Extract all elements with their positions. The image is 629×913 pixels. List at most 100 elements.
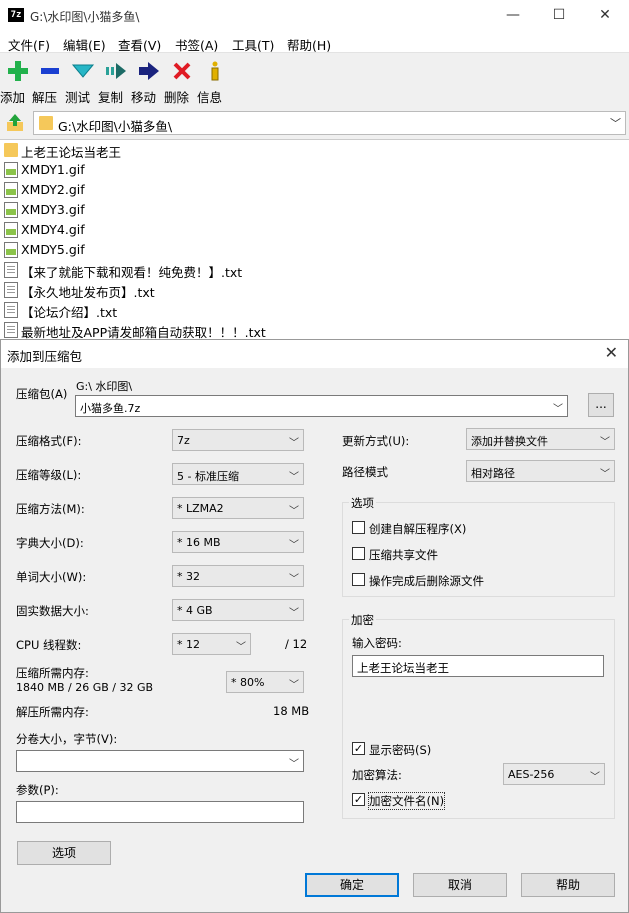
menu-tools[interactable]: 工具(T) — [232, 35, 274, 54]
cpu-threads-select[interactable]: * 12 ﹀ — [172, 633, 251, 655]
dialog-close-button[interactable]: ✕ — [605, 343, 618, 362]
format-value: 7z — [177, 434, 190, 447]
extract-icon — [32, 58, 68, 84]
solid-size-value: * 4 GB — [177, 604, 213, 617]
info-button[interactable]: 信息 — [197, 58, 233, 105]
help-button[interactable]: 帮助 — [521, 873, 615, 897]
move-button[interactable]: 移动 — [131, 58, 167, 105]
up-folder-button[interactable] — [4, 112, 26, 134]
menu-view[interactable]: 查看(V) — [118, 35, 161, 54]
word-size-select[interactable]: * 32 ﹀ — [172, 565, 304, 587]
checkbox-box — [352, 521, 365, 534]
path-mode-select[interactable]: 相对路径 ﹀ — [466, 460, 615, 482]
split-size-combobox[interactable]: ﹀ — [16, 750, 304, 772]
text-file-icon — [4, 302, 18, 318]
file-row-folder[interactable]: 上老王论坛当老王 — [0, 140, 629, 160]
format-label: 压缩格式(F): — [16, 434, 82, 448]
solid-size-select[interactable]: * 4 GB ﹀ — [172, 599, 304, 621]
memory-usage-select[interactable]: * 80% ﹀ — [226, 671, 304, 693]
browse-button[interactable]: ... — [588, 393, 614, 417]
path-mode-value: 相对路径 — [471, 467, 515, 480]
format-select[interactable]: 7z ﹀ — [172, 429, 304, 451]
maximize-button[interactable]: ☐ — [537, 4, 581, 28]
file-row[interactable]: 【来了就能下载和观看！纯免费！】.txt — [0, 260, 629, 280]
file-list[interactable]: 上老王论坛当老王 XMDY1.gif XMDY2.gif XMDY3.gif X… — [0, 139, 629, 340]
copy-label: 复制 — [98, 90, 124, 105]
folder-icon — [4, 143, 18, 157]
menu-edit[interactable]: 编辑(E) — [63, 35, 106, 54]
menu-file[interactable]: 文件(F) — [8, 35, 50, 54]
chevron-down-icon: ﹀ — [289, 680, 299, 691]
menu-help[interactable]: 帮助(H) — [287, 35, 331, 54]
extract-button[interactable]: 解压 — [32, 58, 68, 105]
copy-icon — [98, 58, 134, 84]
delete-icon — [164, 58, 200, 84]
encryption-method-value: AES-256 — [508, 768, 555, 781]
level-select[interactable]: 5 - 标准压缩 ﹀ — [172, 463, 304, 485]
sfx-label: 创建自解压程序(X) — [369, 522, 467, 536]
chevron-down-icon: ﹀ — [289, 574, 299, 585]
ok-button[interactable]: 确定 — [305, 873, 399, 897]
options-button[interactable]: 选项 — [17, 841, 111, 865]
chevron-down-icon: ﹀ — [289, 506, 299, 517]
level-label: 压缩等级(L): — [16, 468, 82, 482]
update-mode-label: 更新方式(U): — [342, 434, 410, 448]
delete-button[interactable]: 删除 — [164, 58, 200, 105]
password-input[interactable]: 上老王论坛当老王 — [352, 655, 604, 677]
memory-usage-value: * 80% — [231, 676, 265, 689]
info-label: 信息 — [197, 90, 223, 105]
test-button[interactable]: 测试 — [65, 58, 101, 105]
copy-button[interactable]: 复制 — [98, 58, 134, 105]
test-icon — [65, 58, 101, 84]
update-mode-select[interactable]: 添加并替换文件 ﹀ — [466, 428, 615, 450]
encryption-method-select[interactable]: AES-256 ﹀ — [503, 763, 605, 785]
menubar: 文件(F) 编辑(E) 查看(V) 书签(A) 工具(T) 帮助(H) — [0, 31, 629, 53]
encrypt-names-label: 加密文件名(N) — [367, 792, 446, 810]
window-title: G:\水印图\小猫多鱼\ — [30, 10, 140, 24]
delete-label: 删除 — [164, 90, 190, 105]
params-input[interactable] — [16, 801, 304, 823]
dialog-titlebar: 添加到压缩包 ✕ — [1, 340, 628, 368]
shared-files-label: 压缩共享文件 — [369, 548, 438, 562]
chevron-down-icon: ﹀ — [600, 469, 610, 480]
chevron-down-icon: ﹀ — [236, 642, 246, 653]
add-button[interactable]: 添加 — [0, 58, 36, 105]
dialog-title: 添加到压缩包 — [7, 349, 83, 364]
cancel-button[interactable]: 取消 — [413, 873, 507, 897]
test-label: 测试 — [65, 90, 91, 105]
chevron-down-icon: ﹀ — [610, 117, 621, 130]
file-row[interactable]: XMDY4.gif — [0, 220, 629, 240]
method-label: 压缩方法(M): — [16, 502, 85, 516]
text-file-icon — [4, 322, 18, 338]
gif-file-icon — [4, 202, 18, 218]
decompress-memory-label: 解压所需内存: — [16, 705, 89, 719]
file-row[interactable]: XMDY3.gif — [0, 200, 629, 220]
file-row[interactable]: 【论坛介绍】.txt — [0, 300, 629, 320]
gif-file-icon — [4, 182, 18, 198]
method-select[interactable]: * LZMA2 ﹀ — [172, 497, 304, 519]
file-name: XMDY5.gif — [21, 242, 85, 257]
delete-after-label: 操作完成后删除源文件 — [369, 574, 484, 588]
minimize-button[interactable]: — — [491, 4, 535, 28]
encryption-group-title: 加密 — [349, 612, 376, 628]
close-button[interactable]: ✕ — [583, 4, 627, 28]
file-row[interactable]: XMDY2.gif — [0, 180, 629, 200]
file-row[interactable]: XMDY5.gif — [0, 240, 629, 260]
chevron-down-icon: ﹀ — [289, 759, 299, 770]
file-name: 上老王论坛当老王 — [21, 145, 122, 160]
solid-size-label: 固实数据大小: — [16, 604, 89, 618]
menu-bookmarks[interactable]: 书签(A) — [175, 35, 218, 54]
dictionary-select[interactable]: * 16 MB ﹀ — [172, 531, 304, 553]
dictionary-value: * 16 MB — [177, 536, 221, 549]
file-row[interactable]: 最新地址及APP请发邮箱自动获取！！！.txt — [0, 320, 629, 340]
file-name: XMDY1.gif — [21, 162, 85, 177]
file-row[interactable]: XMDY1.gif — [0, 160, 629, 180]
options-group-title: 选项 — [349, 495, 376, 511]
file-row[interactable]: 【永久地址发布页】.txt — [0, 280, 629, 300]
address-combobox[interactable]: G:\水印图\小猫多鱼\ ﹀ — [33, 111, 626, 135]
decompress-memory-value: 18 MB — [273, 704, 310, 718]
archive-folder: G:\ 水印图\ — [76, 380, 133, 393]
folder-icon — [39, 116, 53, 130]
checkmark-icon: ✓ — [352, 793, 365, 806]
archive-name-combobox[interactable]: 小猫多鱼.7z ﹀ — [75, 395, 568, 417]
